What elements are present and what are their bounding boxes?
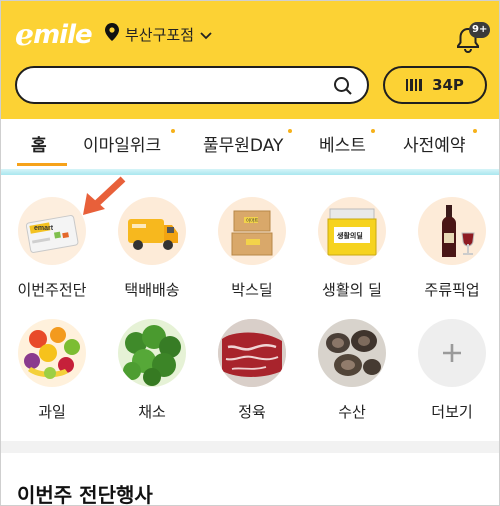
flyer-brand-text: emart bbox=[34, 225, 54, 232]
logo-letter: e bbox=[15, 17, 34, 53]
household-text: 생활의딜 bbox=[337, 231, 363, 240]
search-bar[interactable] bbox=[15, 66, 369, 104]
category-label: 주류픽업 bbox=[424, 281, 480, 299]
tab-home[interactable]: 홈 bbox=[31, 131, 47, 156]
tab-new-dot bbox=[171, 129, 175, 133]
category-label: 과일 bbox=[38, 403, 66, 421]
points-button[interactable]: 34P bbox=[383, 66, 487, 104]
tab-preorder[interactable]: 사전예약 bbox=[403, 131, 466, 156]
tab-emile-week[interactable]: 이마일위크 bbox=[83, 131, 161, 156]
seafood-icon bbox=[318, 319, 386, 387]
category-liquor-pickup[interactable]: 주류픽업 bbox=[407, 197, 497, 307]
category-label: 수산 bbox=[338, 403, 366, 421]
search-input[interactable] bbox=[33, 74, 323, 96]
emart-flyer-icon: emart bbox=[18, 197, 86, 265]
notification-button[interactable]: 9+ bbox=[453, 21, 491, 55]
category-label: 박스딜 bbox=[231, 281, 273, 299]
store-name: 부산구포점 bbox=[125, 25, 195, 44]
category-box-deal[interactable]: 이마트 박스딜 bbox=[207, 197, 297, 307]
banner-strip bbox=[1, 169, 499, 175]
category-vegetable[interactable]: 채소 bbox=[107, 319, 197, 429]
emile-logo[interactable]: e mile bbox=[15, 15, 93, 55]
category-household-deal[interactable]: 생활의딜 생활의 딜 bbox=[307, 197, 397, 307]
notification-badge: 9+ bbox=[469, 22, 491, 38]
plus-icon bbox=[418, 319, 486, 387]
active-tab-indicator bbox=[17, 163, 67, 166]
category-label: 채소 bbox=[138, 403, 166, 421]
header: e mile 부산구포점 9+ 34P bbox=[1, 1, 499, 119]
category-label: 택배배송 bbox=[124, 281, 180, 299]
tab-pulmuone-day[interactable]: 풀무원DAY bbox=[203, 131, 283, 156]
category-label: 이번주전단 bbox=[17, 281, 87, 299]
category-label: 더보기 bbox=[431, 403, 473, 421]
category-label: 생활의 딜 bbox=[322, 281, 382, 299]
category-meat[interactable]: 정육 bbox=[207, 319, 297, 429]
vegetable-icon bbox=[118, 319, 186, 387]
tab-best[interactable]: 베스트 bbox=[319, 131, 366, 156]
section-title: 이번주 전단행사 bbox=[17, 483, 153, 506]
category-fruit[interactable]: 과일 bbox=[7, 319, 97, 429]
tab-new-dot bbox=[371, 129, 375, 133]
category-more[interactable]: 더보기 bbox=[407, 319, 497, 429]
logo-text: mile bbox=[33, 20, 93, 50]
category-seafood[interactable]: 수산 bbox=[307, 319, 397, 429]
box-icon: 이마트 bbox=[218, 197, 286, 265]
fruit-icon bbox=[18, 319, 86, 387]
chevron-down-icon bbox=[200, 25, 212, 44]
tab-bar: 홈 이마일위크 풀무원DAY 베스트 사전예약 bbox=[1, 119, 499, 169]
category-label: 정육 bbox=[238, 403, 266, 421]
search-icon[interactable] bbox=[333, 76, 353, 100]
points-label: 34P bbox=[432, 76, 464, 94]
app-frame: e mile 부산구포점 9+ 34P 홈 이마일위크 풀무원DAY 베스트 사… bbox=[0, 0, 500, 506]
household-deal-icon: 생활의딜 bbox=[318, 197, 386, 265]
section-divider bbox=[1, 441, 499, 453]
store-selector[interactable]: 부산구포점 bbox=[105, 23, 212, 45]
tab-new-dot bbox=[473, 129, 477, 133]
barcode-icon bbox=[406, 76, 424, 95]
arrow-pointer-icon bbox=[79, 173, 129, 223]
location-pin-icon bbox=[105, 23, 119, 45]
tab-new-dot bbox=[288, 129, 292, 133]
meat-icon bbox=[218, 319, 286, 387]
box-text: 이마트 bbox=[246, 217, 258, 224]
wine-bottle-icon bbox=[418, 197, 486, 265]
